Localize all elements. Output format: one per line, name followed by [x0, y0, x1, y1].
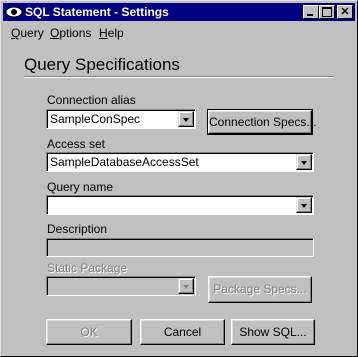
- settings-window: SQL Statement - Settings ✕ Query Options…: [0, 0, 358, 357]
- query-name-dropdown-button[interactable]: [296, 197, 312, 213]
- menu-query-accel: Q: [11, 26, 21, 40]
- menu-bar: Query Options Help: [3, 23, 355, 41]
- connection-alias-dropdown-button[interactable]: [178, 111, 194, 127]
- query-name-dropdown[interactable]: [46, 195, 314, 215]
- menu-help-accel: H: [99, 26, 108, 40]
- minimize-button[interactable]: [303, 5, 319, 19]
- description-label: Description: [47, 222, 108, 236]
- connection-alias-value: SampleConSpec: [50, 112, 141, 126]
- close-icon: ✕: [340, 6, 350, 18]
- window-title: SQL Statement - Settings: [25, 5, 169, 19]
- connection-specs-label: Connection Specs...: [209, 115, 317, 129]
- chevron-down-icon: [183, 118, 189, 122]
- static-package-dropdown: [46, 276, 196, 296]
- heading-divider: [24, 76, 334, 78]
- section-heading: Query Specifications: [24, 55, 180, 74]
- access-set-label: Access set: [47, 137, 106, 151]
- access-set-dropdown-button[interactable]: [296, 154, 312, 170]
- menu-options-label: ptions: [59, 26, 92, 40]
- static-package-dropdown-button: [178, 278, 194, 294]
- chevron-down-icon: [183, 285, 189, 289]
- description-field: [46, 238, 314, 257]
- chevron-down-icon: [301, 161, 307, 165]
- ok-label: OK: [80, 325, 98, 339]
- access-set-value: SampleDatabaseAccessSet: [50, 155, 199, 169]
- minimize-icon: [307, 14, 313, 16]
- close-button[interactable]: ✕: [337, 5, 353, 19]
- connection-specs-button[interactable]: Connection Specs...: [207, 109, 316, 135]
- query-name-label: Query name: [47, 180, 114, 194]
- static-package-label: Static Package: [47, 261, 128, 275]
- menu-help[interactable]: Help: [99, 26, 124, 40]
- menu-options-accel: O: [50, 26, 60, 40]
- menu-options[interactable]: Options: [50, 26, 91, 40]
- package-specs-label: Package Specs...: [213, 282, 307, 296]
- chevron-down-icon: [301, 204, 307, 208]
- cancel-button[interactable]: Cancel: [140, 319, 225, 345]
- maximize-button[interactable]: [319, 5, 335, 19]
- cancel-label: Cancel: [163, 325, 202, 339]
- menu-query[interactable]: Query: [11, 26, 44, 40]
- eye-icon: [5, 6, 23, 18]
- ok-button: OK: [46, 319, 132, 345]
- title-bar[interactable]: SQL Statement - Settings ✕: [3, 3, 355, 21]
- connection-alias-dropdown[interactable]: SampleConSpec: [46, 109, 196, 129]
- access-set-dropdown[interactable]: SampleDatabaseAccessSet: [46, 152, 314, 172]
- connection-alias-label: Connection alias: [47, 93, 136, 107]
- menu-query-label: uery: [20, 26, 44, 40]
- menu-help-label: elp: [107, 26, 124, 40]
- package-specs-button: Package Specs...: [208, 276, 312, 303]
- show-sql-button[interactable]: Show SQL...: [231, 319, 315, 345]
- maximize-icon: [322, 7, 332, 17]
- show-sql-label: Show SQL...: [239, 325, 307, 339]
